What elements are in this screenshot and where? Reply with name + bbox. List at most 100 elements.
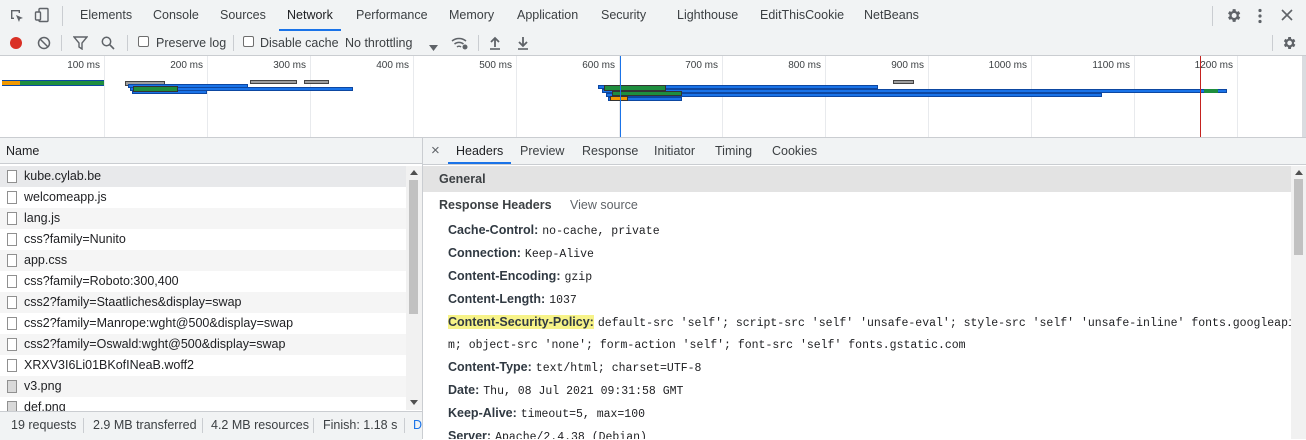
record-icon[interactable] xyxy=(9,36,23,53)
timeline-tick-label: 900 ms xyxy=(891,60,924,71)
timeline-tick-label: 400 ms xyxy=(376,60,409,71)
disable-cache-label: Disable cache xyxy=(260,36,339,50)
header-value: Thu, 08 Jul 2021 09:31:58 GMT xyxy=(483,385,684,398)
header-value: Apache/2.4.38 (Debian) xyxy=(495,431,647,439)
tab-console[interactable]: Console xyxy=(153,0,199,31)
request-row[interactable]: css?family=Roboto:300,400 xyxy=(0,271,406,292)
disable-cache-checkbox[interactable] xyxy=(243,36,254,47)
tab-response[interactable]: Response xyxy=(582,138,638,164)
timeline-gridline xyxy=(207,56,208,137)
request-row[interactable]: v3.png xyxy=(0,376,406,397)
tab-network[interactable]: Network xyxy=(279,0,341,31)
tab-cookies[interactable]: Cookies xyxy=(772,138,817,164)
settings-gear-icon[interactable] xyxy=(1225,7,1242,27)
preserve-log-checkbox[interactable] xyxy=(138,36,149,47)
network-settings-gear-icon[interactable] xyxy=(1281,35,1297,54)
request-row[interactable]: XRXV3I6Li01BKofINeaB.woff2 xyxy=(0,355,406,376)
overview-scroll-edge[interactable] xyxy=(1302,56,1306,137)
timeline-gridline xyxy=(516,56,517,137)
request-count: 19 requests xyxy=(11,418,77,432)
header-key: Content-Type: xyxy=(448,360,532,374)
scrollbar-thumb[interactable] xyxy=(1294,179,1303,255)
request-row[interactable]: css2?family=Manrope:wght@500&display=swa… xyxy=(0,313,406,334)
image-file-icon xyxy=(7,401,17,411)
throttling-select[interactable]: No throttling xyxy=(345,31,412,55)
preserve-log-label: Preserve log xyxy=(156,36,227,50)
tab-lighthouse[interactable]: Lighthouse xyxy=(677,0,738,31)
header-value: no-cache, private xyxy=(542,225,660,238)
document-file-icon xyxy=(7,275,17,288)
request-row[interactable]: welcomeapp.js xyxy=(0,187,406,208)
timeline-gridline xyxy=(1134,56,1135,137)
waterfall-bar xyxy=(250,80,297,84)
tab-performance[interactable]: Performance xyxy=(356,0,428,31)
status-separator xyxy=(313,418,314,433)
toolbar-separator xyxy=(1272,35,1273,51)
request-row[interactable]: css?family=Nunito xyxy=(0,229,406,250)
tab-editthiscookie[interactable]: EditThisCookie xyxy=(760,0,844,31)
scroll-down-arrow-icon[interactable] xyxy=(410,400,418,405)
tab-netbeans[interactable]: NetBeans xyxy=(864,0,919,31)
name-column-header[interactable]: Name xyxy=(0,138,422,164)
tab-security[interactable]: Security xyxy=(601,0,646,31)
view-source-link[interactable]: View source xyxy=(570,192,638,218)
import-har-icon[interactable] xyxy=(489,36,501,53)
timeline-tick-label: 100 ms xyxy=(67,60,100,71)
header-key: Connection: xyxy=(448,246,521,260)
general-section-header[interactable]: General xyxy=(423,166,1291,192)
header-row: Connection: Keep-Alive xyxy=(448,242,594,264)
request-row[interactable]: app.css xyxy=(0,250,406,271)
clear-icon[interactable] xyxy=(37,36,51,53)
tab-timing[interactable]: Timing xyxy=(715,138,752,164)
toolbar-separator xyxy=(62,6,63,26)
request-row[interactable]: css2?family=Staatliches&display=swap xyxy=(0,292,406,313)
network-conditions-icon[interactable] xyxy=(451,36,468,53)
response-headers-section-header[interactable]: Response Headers View source xyxy=(423,192,1291,218)
filter-icon[interactable] xyxy=(72,36,89,53)
chevron-down-icon[interactable] xyxy=(429,40,438,54)
device-toolbar-icon[interactable] xyxy=(34,7,50,26)
status-separator xyxy=(83,418,84,433)
timeline-gridline xyxy=(1237,56,1238,137)
timeline-overview[interactable]: 100 ms 200 ms 300 ms 400 ms 500 ms 600 m… xyxy=(0,56,1306,138)
inspect-element-icon[interactable] xyxy=(9,8,25,27)
detail-scrollbar[interactable] xyxy=(1291,166,1306,439)
header-key-highlighted: Content-Security-Policy: xyxy=(448,315,594,329)
tab-elements[interactable]: Elements xyxy=(80,0,132,31)
header-value: 1037 xyxy=(549,294,577,307)
header-row: Content-Length: 1037 xyxy=(448,288,577,310)
tab-initiator[interactable]: Initiator xyxy=(654,138,695,164)
tab-application[interactable]: Application xyxy=(517,0,578,31)
scroll-up-arrow-icon[interactable] xyxy=(410,170,418,175)
tab-headers[interactable]: Headers xyxy=(447,138,512,164)
header-row: Server: Apache/2.4.38 (Debian) xyxy=(448,425,647,439)
timeline-gridline xyxy=(413,56,414,137)
timeline-tick-label: 700 ms xyxy=(685,60,718,71)
request-row[interactable]: def.png xyxy=(0,397,406,411)
more-options-icon[interactable] xyxy=(1257,8,1263,27)
timeline-tick-label: 1000 ms xyxy=(988,60,1027,71)
tab-memory[interactable]: Memory xyxy=(449,0,494,31)
request-row[interactable]: lang.js xyxy=(0,208,406,229)
request-name: css2?family=Oswald:wght@500&display=swap xyxy=(24,337,286,351)
waterfall-bar xyxy=(893,80,914,84)
header-key: Content-Length: xyxy=(448,292,546,306)
scrollbar-thumb[interactable] xyxy=(409,180,418,314)
request-row[interactable]: kube.cylab.be xyxy=(0,166,406,187)
export-har-icon[interactable] xyxy=(517,36,529,53)
toolbar-separator xyxy=(233,35,234,51)
header-row: Content-Type: text/html; charset=UTF-8 xyxy=(448,356,701,378)
scroll-up-arrow-icon[interactable] xyxy=(1295,170,1303,175)
request-row[interactable]: css2?family=Oswald:wght@500&display=swap xyxy=(0,334,406,355)
request-list-scrollbar[interactable] xyxy=(406,166,422,410)
network-toolbar: Preserve log Disable cache No throttling xyxy=(0,31,1306,56)
tab-sources[interactable]: Sources xyxy=(220,0,266,31)
search-icon[interactable] xyxy=(101,36,115,53)
close-devtools-icon[interactable] xyxy=(1281,9,1293,24)
image-file-icon xyxy=(7,380,17,393)
close-detail-icon[interactable]: × xyxy=(431,142,440,159)
toolbar-separator xyxy=(61,35,62,51)
domcontentloaded-time: D xyxy=(413,418,422,432)
header-key: Cache-Control: xyxy=(448,223,539,237)
tab-preview[interactable]: Preview xyxy=(520,138,564,164)
